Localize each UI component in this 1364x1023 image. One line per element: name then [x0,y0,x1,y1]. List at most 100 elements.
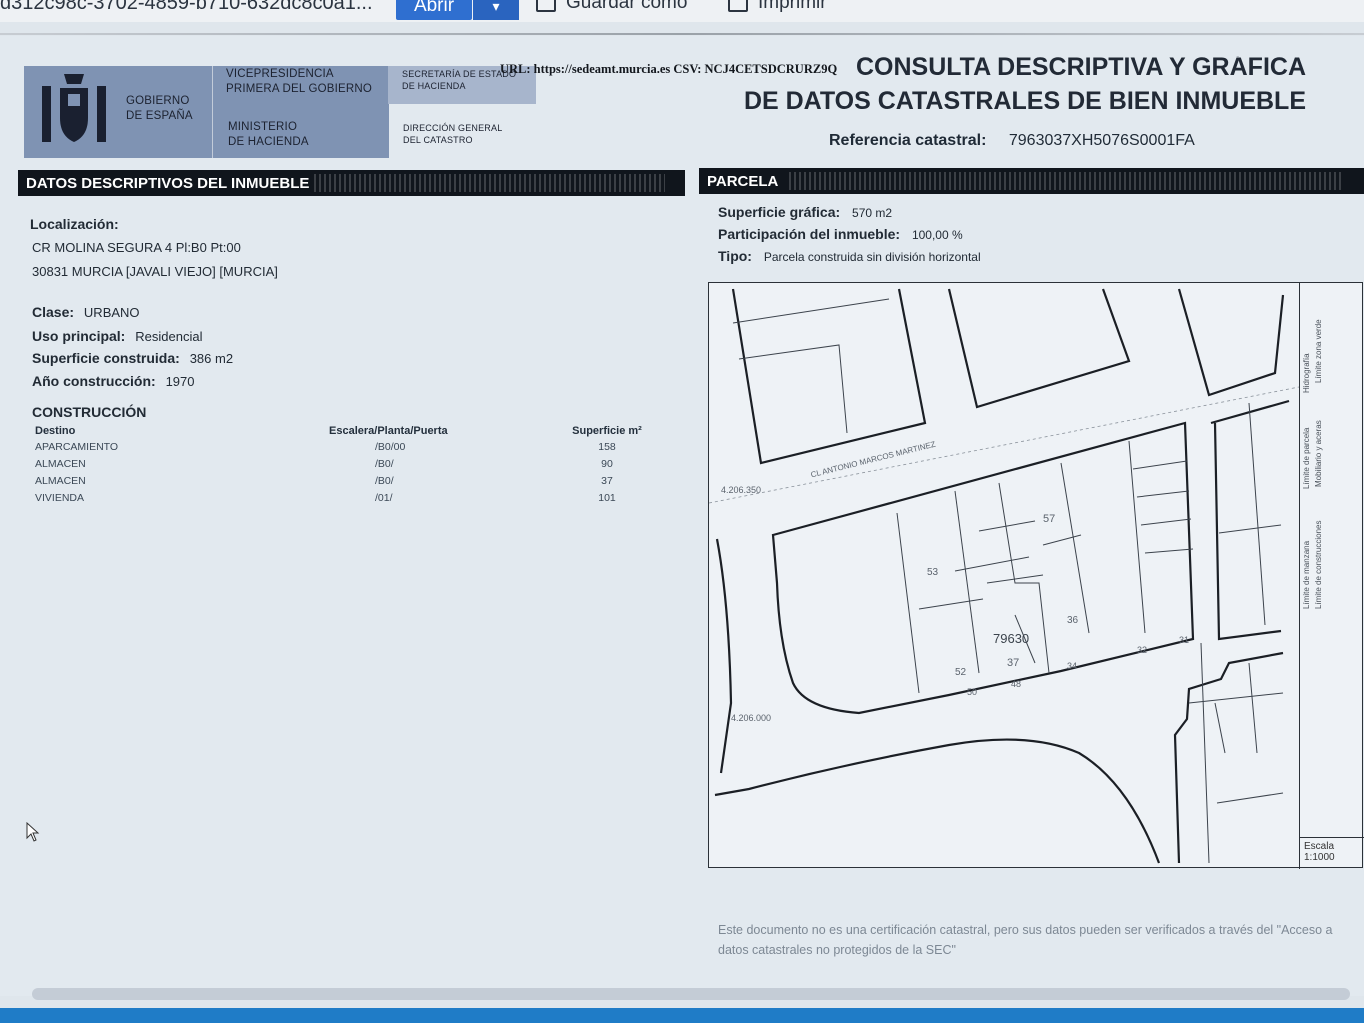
table-header-row: Destino Escalera/Planta/Puerta Superfici… [35,425,647,439]
parcel-label: 79630 [993,631,1030,646]
column-header-destino: Destino [35,425,76,437]
column-header-escalera: Escalera/Planta/Puerta [329,425,448,437]
table-row: VIVIENDA /01/ 101 [35,490,647,507]
refcat-label: Referencia catastral: [829,132,987,149]
legend-item: Hidrografía [1302,353,1311,393]
scale-label: Escala [1304,841,1335,852]
print-icon [728,0,748,12]
table-row: ALMACEN /B0/ 37 [35,473,647,490]
graphic-area-row: Superficie gráfica: 570 m2 [718,204,981,226]
cell-superficie: 101 [598,492,616,504]
map-number: 48 [1011,679,1022,689]
coordinate-top: 4.206.350 [721,485,762,495]
legend-item: Límite de parcela [1302,427,1311,489]
year-label: Año construcción: [32,373,156,389]
scale-value: 1:1000 [1304,852,1335,863]
section-parcel-header: PARCELA [699,168,1364,194]
parcel-sub-label: 37 [1007,657,1020,669]
viewer-toolbar: d312c98c-3702-4859-b710-632dc8c0a1... Ab… [0,0,1364,22]
title-line-2: DE DATOS CATASTRALES DE BIEN INMUEBLE [743,87,1306,115]
map-number: 52 [955,667,967,678]
participation-label: Participación del inmueble: [718,226,901,242]
refcat-value: 7963037XH5076S0001FA [1008,132,1195,149]
map-number: 32 [1137,645,1148,655]
catastro-direction: DIRECCIÓN GENERAL DEL CATASTRO [403,123,503,145]
year-value: 1970 [165,374,195,389]
use-value: Residencial [135,329,203,344]
location-label-row: Localización: [30,216,125,232]
save-as-label: Guardar como [566,0,688,13]
address-line-1: CR MOLINA SEGURA 4 Pl:B0 Pt:00 [32,240,241,255]
legend-item: Límite de construcciones [1314,520,1323,610]
cell-escalera: /01/ [375,492,393,504]
title-line-1: CONSULTA DESCRIPTIVA Y GRÁFICA [855,56,1306,78]
table-row: APARCAMIENTO /B0/00 158 [35,439,647,456]
header-divider [212,66,213,158]
built-area-value: 386 m2 [189,351,234,366]
chevron-down-icon: ▾ [492,0,500,14]
class-label: Clase: [32,304,75,320]
taskbar-edge [0,1008,1364,1023]
map-scale: Escala 1:1000 [1300,837,1364,869]
gov-name: GOBIERNO DE ESPAÑA [126,95,193,122]
save-as-button[interactable]: Guardar como [536,0,687,14]
graphic-area-label: Superficie gráfica: [718,204,841,220]
map-number: 53 [927,567,939,578]
horizontal-scrollbar[interactable] [32,988,1350,1000]
type-label: Tipo: [718,248,752,264]
section-parcel-title: PARCELA [707,172,779,190]
participation-value: 100,00 % [911,228,963,242]
cell-destino: VIVIENDA [35,492,85,504]
construction-table: Destino Escalera/Planta/Puerta Superfici… [35,425,647,507]
cell-destino: ALMACEN [35,475,86,487]
toolbar-divider [0,33,1364,35]
cell-destino: ALMACEN [35,458,86,470]
map-drawing [709,288,1299,864]
coordinate-bottom: 4.206.000 [731,713,772,723]
table-row: ALMACEN /B0/ 90 [35,456,647,473]
cadastral-map: CL ANTONIO MARCOS MARTINEZ 4.206.350 4.2… [708,282,1364,869]
section-descriptive-title: DATOS DESCRIPTIVOS DEL INMUEBLE [26,174,310,192]
mouse-pointer-icon [26,822,40,842]
save-icon [536,0,556,12]
print-button[interactable]: Imprimir [728,0,827,14]
cell-escalera: /B0/00 [375,441,406,453]
open-button[interactable]: Abrir [396,0,472,20]
cell-superficie: 37 [601,475,613,487]
address-line-2: 30831 MURCIA [JAVALI VIEJO] [MURCIA] [32,264,278,279]
class-value: URBANO [83,305,140,320]
location-label: Localización: [30,216,119,232]
document-title: CONSULTA DESCRIPTIVA Y GRÁFICA DE DATOS … [744,56,1306,116]
cell-superficie: 158 [598,441,616,453]
type-value: Parcela construida sin división horizont… [763,250,981,264]
use-label: Uso principal: [32,328,126,344]
header-pattern [314,174,665,192]
file-name: d312c98c-3702-4859-b710-632dc8c0a1... [0,0,373,14]
participation-row: Participación del inmueble: 100,00 % [718,226,981,248]
section-descriptive-header: DATOS DESCRIPTIVOS DEL INMUEBLE [18,170,685,196]
built-area-row: Superficie construida: 386 m2 [32,350,233,366]
map-number: 50 [967,687,978,697]
construction-title: CONSTRUCCIÓN [32,404,147,420]
ministry: MINISTERIO DE HACIENDA [228,121,309,148]
cell-escalera: /B0/ [375,458,394,470]
column-header-superficie: Superficie m² [572,425,642,437]
year-row: Año construcción: 1970 [32,373,194,389]
cell-destino: APARCAMIENTO [35,441,119,453]
map-number: 36 [1067,615,1079,626]
legend-item: Límite zona verde [1314,319,1323,383]
legend-item: Límite de manzana [1302,540,1311,609]
cell-superficie: 90 [601,458,613,470]
open-menu-button[interactable]: ▾ [473,0,519,20]
built-area-label: Superficie construida: [32,350,180,366]
map-legend: Límite zona verde Hidrografía Mobiliario… [1299,283,1364,869]
footer-note: Este documento no es una certificación c… [718,923,1333,957]
cell-escalera: /B0/ [375,475,394,487]
use-row: Uso principal: Residencial [32,328,202,344]
type-row: Tipo: Parcela construida sin división ho… [718,248,981,270]
header-pattern [789,172,1344,190]
vicepresidency: VICEPRESIDENCIA PRIMERA DEL GOBIERNO [226,68,373,95]
map-number: 57 [1043,513,1056,525]
legend-item: Mobiliario y aceras [1314,420,1323,487]
parcel-info: Superficie gráfica: 570 m2 Participación… [718,204,981,270]
